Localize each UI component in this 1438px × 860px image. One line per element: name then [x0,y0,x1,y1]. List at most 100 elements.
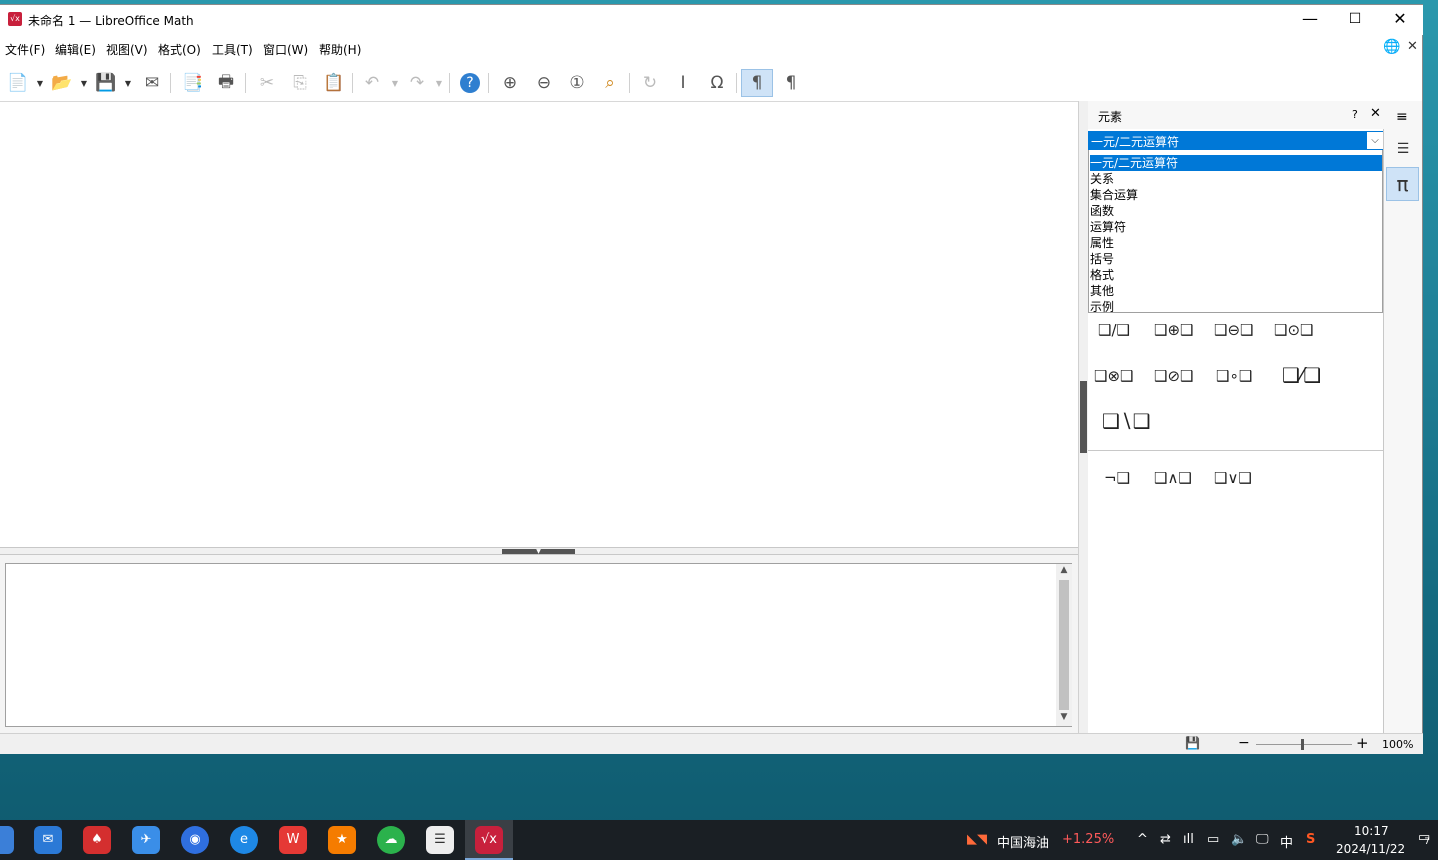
sidebar-menu-icon[interactable]: ≡ [1396,109,1408,125]
paste-icon[interactable]: 📋 [321,69,347,97]
command-input[interactable]: ▲ ▼ [5,563,1072,727]
zoom-slider-thumb[interactable] [1301,739,1304,750]
symbol-slash[interactable]: ❑/❑ [1098,321,1130,339]
zoom-out-icon[interactable]: ⊖ [531,69,557,97]
scroll-down-arrow-icon[interactable]: ▼ [1056,712,1072,726]
maximize-button[interactable]: ☐ [1332,5,1378,35]
symbol-neg[interactable]: ¬❑ [1104,469,1130,487]
category-item-functions[interactable]: 函数 [1090,203,1382,219]
minimize-button[interactable]: — [1287,5,1333,35]
clock-time[interactable]: 10:17 [1354,824,1389,838]
mail-icon[interactable]: ✉ [139,69,165,97]
menu-format[interactable]: 格式(O) [158,41,201,58]
command-scrollbar[interactable]: ▲ ▼ [1056,564,1072,726]
undo-dropdown-arrow-icon[interactable]: ▼ [390,69,400,97]
task-start-icon[interactable] [0,826,14,854]
edge-app-icon[interactable]: e [230,826,258,854]
menu-help[interactable]: 帮助(H) [319,41,361,58]
pane-splitter[interactable]: ▼ [0,547,1078,555]
symbol-and[interactable]: ❑∧❑ [1154,469,1192,487]
menu-window[interactable]: 窗口(W) [263,41,308,58]
elements-tab-icon[interactable]: π [1386,167,1419,201]
clock-date[interactable]: 2024/11/22 [1336,842,1405,856]
notification-icon[interactable]: ▭7 [1418,830,1436,847]
menu-file[interactable]: 文件(F) [5,41,45,58]
close-document-button[interactable]: ✕ [1407,39,1418,54]
open-dropdown-arrow-icon[interactable]: ▼ [79,69,89,97]
close-button[interactable]: ✕ [1377,5,1423,35]
undo-icon[interactable]: ↶ [359,69,385,97]
panel-close-button[interactable]: ✕ [1370,106,1381,121]
help-icon[interactable]: ? [457,69,483,97]
wps-app-icon[interactable]: W [279,826,307,854]
copy-icon[interactable]: ⎘ [287,69,313,97]
redo-icon[interactable]: ↷ [404,69,430,97]
solitaire-app-icon[interactable]: ♠ [83,826,111,854]
zoom-slider[interactable] [1256,744,1352,745]
splitter-handle-icon[interactable]: ▼ [502,549,575,555]
export-pdf-icon[interactable]: 📑 [180,69,206,97]
zoom-level[interactable]: 100% [1382,738,1413,751]
print-icon[interactable]: 🖶 [213,69,239,97]
properties-tab-icon[interactable]: ☰ [1387,133,1419,165]
save-icon[interactable]: 💾 [93,69,119,97]
category-item-formats[interactable]: 格式 [1090,267,1382,283]
zoom-in-icon[interactable]: ⊕ [497,69,523,97]
network-icon[interactable]: 🖵 [1256,832,1269,847]
category-item-unary-binary[interactable]: 一元/二元运算符 [1090,155,1382,171]
symbol-circled-times[interactable]: ❑⊗❑ [1094,367,1133,385]
transfer-icon[interactable]: ⇄ [1160,832,1171,847]
symbol-or[interactable]: ❑∨❑ [1214,469,1252,487]
update-icon[interactable]: ↻ [637,69,663,97]
zoom-out-button[interactable]: − [1238,735,1250,751]
chevron-down-icon[interactable]: ⌵ [1366,132,1383,149]
scrollbar-thumb[interactable] [1059,580,1069,710]
symbol-compose[interactable]: ❑∘❑ [1216,367,1252,385]
category-item-set-operations[interactable]: 集合运算 [1090,187,1382,203]
category-item-operators[interactable]: 运算符 [1090,219,1382,235]
sidebar-divider[interactable] [1078,101,1088,733]
sogou-icon[interactable]: S [1306,832,1315,847]
category-item-relations[interactable]: 关系 [1090,171,1382,187]
menu-edit[interactable]: 编辑(E) [55,41,96,58]
signal-icon[interactable]: ıll [1183,832,1194,847]
open-folder-icon[interactable]: 📂 [49,69,75,97]
formula-cursor-alt-icon[interactable]: ¶ [778,69,804,97]
tool-app-icon[interactable]: ✈ [132,826,160,854]
formula-preview-area[interactable] [0,101,1078,547]
stock-icon[interactable]: ◣◥ [967,832,987,847]
menu-tools[interactable]: 工具(T) [212,41,253,58]
symbol-circled-slash[interactable]: ❑⊘❑ [1154,367,1193,385]
wechat-app-icon[interactable]: ☁ [377,826,405,854]
save-dropdown-arrow-icon[interactable]: ▼ [123,69,133,97]
browser-app-icon[interactable]: ◉ [181,826,209,854]
category-item-brackets[interactable]: 括号 [1090,251,1382,267]
symbols-icon[interactable]: Ω [704,69,730,97]
redo-dropdown-arrow-icon[interactable]: ▼ [434,69,444,97]
symbol-circled-minus[interactable]: ❑⊖❑ [1214,321,1253,339]
formula-cursor-icon[interactable]: I [670,69,696,97]
math-taskbar-button[interactable]: √x [465,820,513,860]
stock-name[interactable]: 中国海油 [997,832,1049,851]
new-document-icon[interactable]: 📄 [5,69,31,97]
ime-indicator[interactable]: 中 [1280,832,1293,851]
mail-app-icon[interactable]: ✉ [34,826,62,854]
sidebar-collapse-handle-icon[interactable] [1080,381,1087,453]
notes-app-icon[interactable]: ☰ [426,826,454,854]
pdf-app-icon[interactable]: ★ [328,826,356,854]
document-modified-icon[interactable]: 💾 [1185,736,1200,750]
category-item-attributes[interactable]: 属性 [1090,235,1382,251]
zoom-100-icon[interactable]: ① [564,69,590,97]
battery-icon[interactable]: ▭ [1207,832,1219,847]
show-all-zoom-icon[interactable]: ⌕ [597,69,623,97]
category-item-others[interactable]: 其他 [1090,283,1382,299]
volume-icon[interactable]: 🔈 [1231,832,1247,847]
menu-view[interactable]: 视图(V) [106,41,148,58]
panel-help-button[interactable]: ? [1352,108,1358,121]
tray-overflow-icon[interactable]: ^ [1137,832,1148,847]
formula-cursor-toggle-icon[interactable]: ¶ [741,69,773,97]
globe-icon[interactable]: 🌐 [1383,39,1400,55]
symbol-circled-dot[interactable]: ❑⊙❑ [1274,321,1313,339]
cut-icon[interactable]: ✂ [254,69,280,97]
category-dropdown[interactable]: 一元/二元运算符 ⌵ [1088,131,1383,150]
